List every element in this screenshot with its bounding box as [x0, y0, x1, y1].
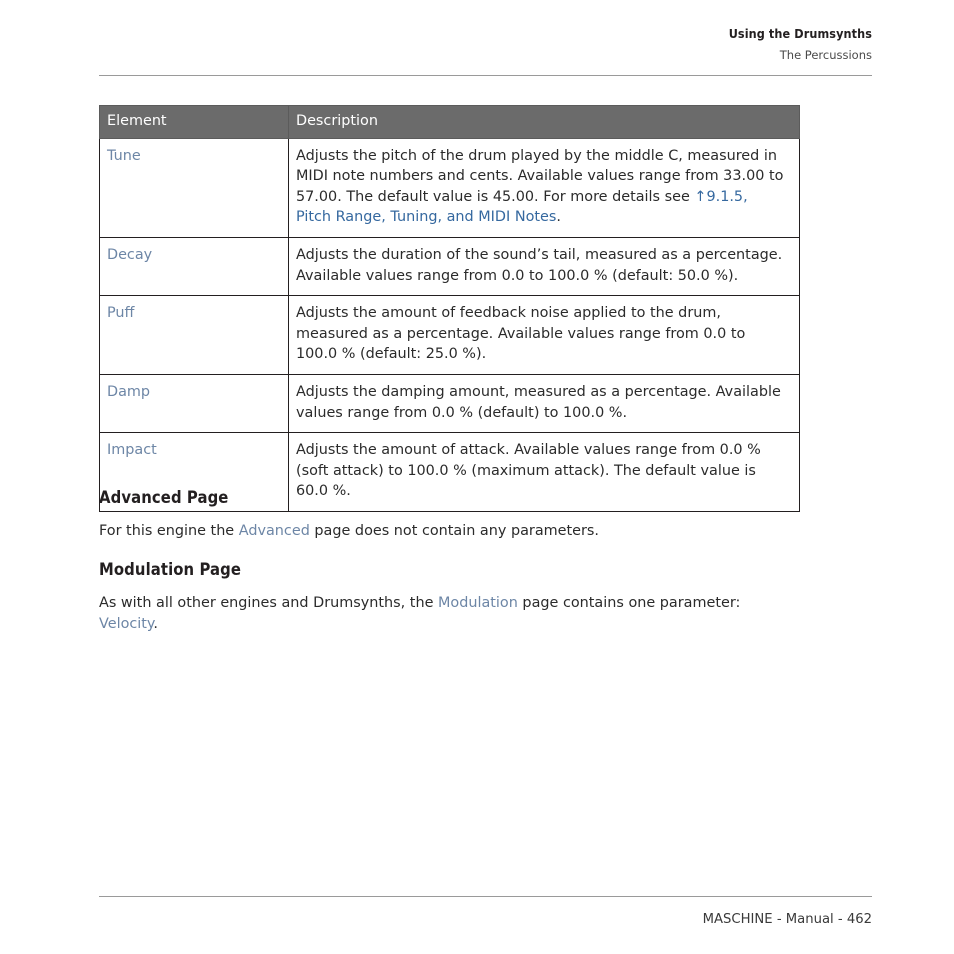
table-body: Tune Adjusts the pitch of the drum played…: [99, 137, 800, 512]
text-run: Adjusts the amount of feedback noise app…: [296, 305, 746, 363]
text-run: Adjusts the amount of attack. Available …: [296, 442, 761, 500]
paragraph-advanced-page: For this engine the Advanced page does n…: [99, 521, 809, 542]
text-run: As with all other engines and Drumsynths…: [99, 595, 438, 611]
cell-element: Puff: [99, 295, 289, 375]
text-run: page does not contain any parameters.: [309, 523, 600, 539]
text-run: page contains one parameter:: [517, 595, 741, 611]
table-row: Decay Adjusts the duration of the sound’s…: [99, 236, 800, 297]
table-row: Damp Adjusts the damping amount, measured…: [99, 373, 800, 434]
column-header-description: Description: [288, 105, 800, 139]
table-header-row: Element Description: [99, 105, 800, 139]
running-header: Using the Drumsynths The Percussions: [99, 26, 872, 64]
manual-page: Using the Drumsynths The Percussions Ele…: [0, 0, 954, 954]
cell-description: Adjusts the duration of the sound’s tail…: [288, 236, 800, 297]
cell-element: Damp: [99, 373, 289, 434]
footer-divider: [99, 896, 872, 897]
column-header-element: Element: [99, 105, 289, 139]
inline-link[interactable]: Advanced: [239, 523, 310, 539]
inline-link[interactable]: Modulation: [438, 595, 518, 611]
parameter-link[interactable]: Puff: [107, 305, 134, 321]
running-header-title: Using the Drumsynths: [728, 26, 872, 41]
cell-element: Tune: [99, 137, 289, 238]
table-row: Puff Adjusts the amount of feedback noise…: [99, 295, 800, 375]
parameter-link[interactable]: Damp: [107, 384, 150, 400]
parameter-link[interactable]: Tune: [107, 148, 141, 164]
text-run: .: [556, 209, 561, 226]
cell-description: Adjusts the amount of feedback noise app…: [288, 295, 800, 375]
footer-text: MASCHINE - Manual - 462: [702, 912, 872, 927]
running-header-subtitle: The Percussions: [779, 48, 872, 62]
text-run: For this engine the: [99, 523, 239, 539]
text-run: .: [153, 615, 158, 632]
paragraph-modulation-page: As with all other engines and Drumsynths…: [99, 593, 801, 634]
cell-description: Adjusts the damping amount, measured as …: [288, 373, 800, 434]
table-row: Tune Adjusts the pitch of the drum played…: [99, 137, 800, 238]
cell-description: Adjusts the pitch of the drum played by …: [288, 137, 800, 238]
heading-advanced-page: Advanced Page: [99, 488, 229, 507]
cell-description: Adjusts the amount of attack. Available …: [288, 432, 800, 512]
text-run: Adjusts the duration of the sound’s tail…: [296, 246, 783, 284]
header-divider: [99, 75, 872, 76]
parameter-link[interactable]: Decay: [107, 247, 152, 263]
parameter-link[interactable]: Impact: [107, 442, 157, 458]
cell-element: Decay: [99, 236, 289, 297]
text-run: Adjusts the damping amount, measured as …: [296, 383, 781, 421]
parameter-table: Element Description Tune Adjusts the pitc…: [99, 105, 800, 512]
inline-link[interactable]: Velocity: [99, 616, 153, 632]
heading-modulation-page: Modulation Page: [99, 560, 242, 579]
